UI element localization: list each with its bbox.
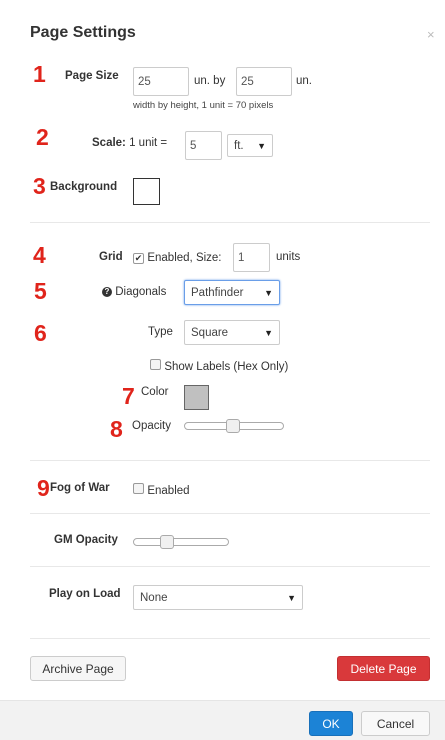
- fog-of-war-row: Enabled: [133, 483, 190, 497]
- chevron-down-icon: ▼: [287, 592, 296, 603]
- marker-3: 3: [33, 173, 46, 199]
- fog-of-war-label: Fog of War: [50, 482, 110, 494]
- grid-enabled-text: Enabled, Size:: [147, 252, 222, 264]
- type-label: Type: [148, 326, 173, 338]
- show-labels-text: Show Labels (Hex Only): [164, 361, 289, 373]
- delete-page-button[interactable]: Delete Page: [337, 656, 430, 681]
- grid-enabled-checkbox[interactable]: ✔: [133, 253, 144, 264]
- marker-1: 1: [33, 61, 46, 87]
- ok-button[interactable]: OK: [309, 711, 353, 736]
- page-size-unit-label: un.: [296, 75, 312, 87]
- diagonals-value: Pathfinder: [191, 286, 244, 299]
- diagonals-select[interactable]: Pathfinder ▼: [184, 280, 280, 305]
- marker-5: 5: [34, 278, 47, 304]
- marker-9: 9: [37, 475, 50, 501]
- opacity-label: Opacity: [132, 420, 171, 432]
- scale-unit-select[interactable]: ft. ▼: [227, 134, 273, 157]
- dialog-title: Page Settings: [30, 24, 136, 41]
- marker-8: 8: [110, 416, 123, 442]
- play-on-load-label: Play on Load: [49, 588, 121, 600]
- background-label: Background: [50, 181, 118, 193]
- gm-opacity-label: GM Opacity: [54, 534, 118, 546]
- play-on-load-select[interactable]: None ▼: [133, 585, 303, 610]
- diagonals-label: Diagonals: [115, 286, 167, 298]
- archive-page-button[interactable]: Archive Page: [30, 656, 126, 681]
- divider: [30, 222, 430, 223]
- background-color-swatch[interactable]: [133, 178, 160, 205]
- grid-type-select[interactable]: Square ▼: [184, 320, 280, 345]
- page-height-input[interactable]: 25: [236, 67, 292, 96]
- page-size-hint: width by height, 1 unit = 70 pixels: [133, 100, 274, 111]
- divider: [30, 513, 430, 514]
- fog-of-war-enabled-text: Enabled: [147, 485, 190, 497]
- marker-6: 6: [34, 320, 47, 346]
- chevron-down-icon: ▼: [257, 140, 266, 151]
- divider: [30, 638, 430, 639]
- show-labels-checkbox[interactable]: [150, 359, 161, 370]
- scale-unit-value: ft.: [234, 139, 244, 152]
- divider: [30, 566, 430, 567]
- grid-size-input[interactable]: 1: [233, 243, 270, 272]
- color-label: Color: [141, 386, 169, 398]
- scale-value-input[interactable]: 5: [185, 131, 222, 160]
- scale-unit-text: 1 unit =: [129, 137, 168, 149]
- marker-7: 7: [122, 383, 135, 409]
- grid-enabled-row: ✔ Enabled, Size:: [133, 250, 222, 264]
- diagonals-label-row: ? Diagonals: [102, 286, 166, 298]
- gm-opacity-slider-track[interactable]: [133, 538, 229, 546]
- marker-4: 4: [33, 242, 46, 268]
- grid-units-label: units: [276, 251, 301, 263]
- info-icon[interactable]: ?: [102, 286, 112, 297]
- divider: [30, 460, 430, 461]
- cancel-button[interactable]: Cancel: [361, 711, 430, 736]
- opacity-slider-handle[interactable]: [226, 419, 240, 433]
- show-labels-row: Show Labels (Hex Only): [150, 359, 288, 373]
- chevron-down-icon: ▼: [264, 287, 273, 298]
- fog-of-war-checkbox[interactable]: [133, 483, 144, 494]
- chevron-down-icon: ▼: [264, 327, 273, 338]
- page-size-by-label: un. by: [194, 75, 226, 87]
- grid-type-value: Square: [191, 326, 229, 339]
- scale-label-row: Scale: 1 unit =: [92, 137, 167, 149]
- close-icon[interactable]: ×: [427, 27, 435, 42]
- gm-opacity-slider-handle[interactable]: [160, 535, 174, 549]
- play-on-load-value: None: [140, 591, 168, 604]
- page-width-input[interactable]: 25: [133, 67, 189, 96]
- grid-label: Grid: [99, 251, 123, 263]
- scale-label: Scale:: [92, 137, 126, 149]
- page-size-label: Page Size: [65, 70, 119, 82]
- marker-2: 2: [36, 124, 49, 150]
- grid-color-swatch[interactable]: [184, 385, 209, 410]
